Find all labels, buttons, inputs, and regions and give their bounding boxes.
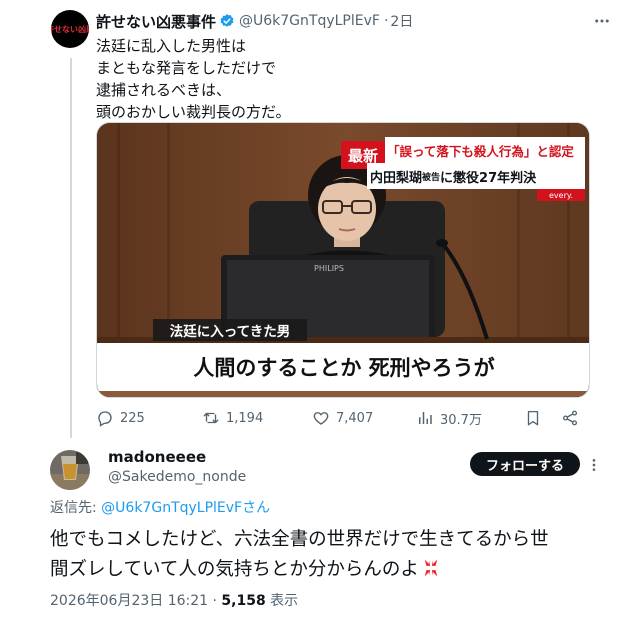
- share-button[interactable]: [561, 405, 585, 431]
- like-count: 7,407: [336, 410, 374, 426]
- author-avatar[interactable]: 許せない凶悪: [51, 10, 89, 48]
- reply-text: 他でもコメしたけど、六法全書の世界だけで生きてるから世 間ズレしていて人の気持ち…: [50, 525, 610, 585]
- views-count: 30.7万: [440, 412, 482, 428]
- tweet-video[interactable]: 最新 「誤って落下も殺人行為」と認定 内田梨瑚 被告 に懲役27年判決 ever…: [96, 122, 590, 398]
- tweet-header: 許せない凶悪事件 @U6k7GnTqyLPlEvF · 2日: [96, 10, 413, 32]
- share-icon: [562, 410, 578, 426]
- news-source-tag: every.: [548, 190, 573, 200]
- bookmark-icon: [527, 410, 539, 426]
- reply-author-avatar[interactable]: [50, 450, 90, 490]
- reply-to-handle-link[interactable]: @U6k7GnTqyLPlEvFさん: [101, 500, 270, 516]
- tweet-text: 法廷に乱入した男性は まともな発言をしただけで 逮捕されるべきは、 頭のおかしい…: [96, 35, 566, 123]
- reply-text-line-2: 間ズレしていて人の気持ちとか分からんのよ: [50, 555, 610, 585]
- avatar-logo-text: 許せない凶悪: [51, 24, 89, 34]
- tweet-actions: 225 1,194 7,407 30.7万: [96, 405, 590, 431]
- tweet-text-line: 頭のおかしい裁判長の方だ。: [96, 103, 291, 121]
- caption-large: 人間のすることか 死刑やろうが: [193, 356, 495, 380]
- more-options-icon[interactable]: [592, 12, 612, 30]
- reply-count: 225: [120, 410, 145, 426]
- reply-timestamp[interactable]: 2026年06月23日 16:21: [50, 593, 208, 609]
- reply-to-line: 返信先: @U6k7GnTqyLPlEvFさん: [50, 497, 270, 517]
- tweet-text-line: 法廷に乱入した男性は: [96, 37, 247, 55]
- monitor-brand: PHILIPS: [314, 264, 344, 273]
- meta-separator: ·: [383, 13, 389, 29]
- reply-views-count: 5,158: [221, 593, 266, 609]
- author-handle[interactable]: @U6k7GnTqyLPlEvF: [239, 13, 380, 29]
- reply-author-handle[interactable]: @Sakedemo_nonde: [108, 469, 246, 485]
- anger-emoji-icon: [422, 559, 440, 577]
- reply-meta: 2026年06月23日 16:21 · 5,158 表示: [50, 590, 298, 610]
- news-headline-2: 内田梨瑚 被告 に懲役27年判決: [370, 164, 584, 188]
- news-headline-rest: に懲役27年判決: [440, 170, 537, 186]
- reply-text-line: 間ズレしていて人の気持ちとか分からんのよ: [50, 559, 419, 580]
- thread-line: [70, 58, 72, 438]
- quoted-tweet[interactable]: 許せない凶悪 許せない凶悪事件 @U6k7GnTqyLPlEvF · 2日 法廷…: [0, 0, 640, 440]
- tweet-time[interactable]: 2日: [390, 11, 413, 31]
- news-headline-small: 被告: [422, 172, 441, 183]
- retweet-count: 1,194: [226, 410, 264, 426]
- tweet-text-line: 逮捕されるべきは、: [96, 81, 232, 99]
- views-icon: [419, 412, 432, 424]
- like-button[interactable]: 7,407: [312, 405, 373, 431]
- verified-badge-icon: [220, 14, 234, 27]
- like-icon: [313, 412, 329, 425]
- author-name[interactable]: 許せない凶悪事件: [96, 11, 216, 32]
- reply-button[interactable]: 225: [96, 405, 145, 431]
- retweet-button[interactable]: 1,194: [202, 405, 263, 431]
- follow-button[interactable]: フォローする: [470, 452, 580, 476]
- retweet-icon: [203, 412, 219, 424]
- reply-icon: [98, 411, 112, 427]
- news-headline-name: 内田梨瑚: [370, 170, 423, 186]
- reply-text-line: 他でもコメしたけど、六法全書の世界だけで生きてるから世: [50, 529, 549, 550]
- caption-small: 法廷に入ってきた男: [169, 324, 291, 340]
- news-headline-1: 「誤って落下も殺人行為」と認定: [387, 143, 574, 159]
- views-button[interactable]: 30.7万: [416, 405, 482, 431]
- reply-author-name[interactable]: madoneeee: [108, 448, 206, 466]
- avatar-glass-image: [50, 450, 90, 490]
- tweet-text-line: まともな発言をしただけで: [96, 59, 277, 77]
- meta-separator: ·: [208, 593, 222, 609]
- reply-to-label: 返信先:: [50, 500, 102, 516]
- bookmark-button[interactable]: [524, 405, 548, 431]
- reply-views-label: 表示: [265, 593, 299, 609]
- more-options-icon[interactable]: [586, 456, 602, 474]
